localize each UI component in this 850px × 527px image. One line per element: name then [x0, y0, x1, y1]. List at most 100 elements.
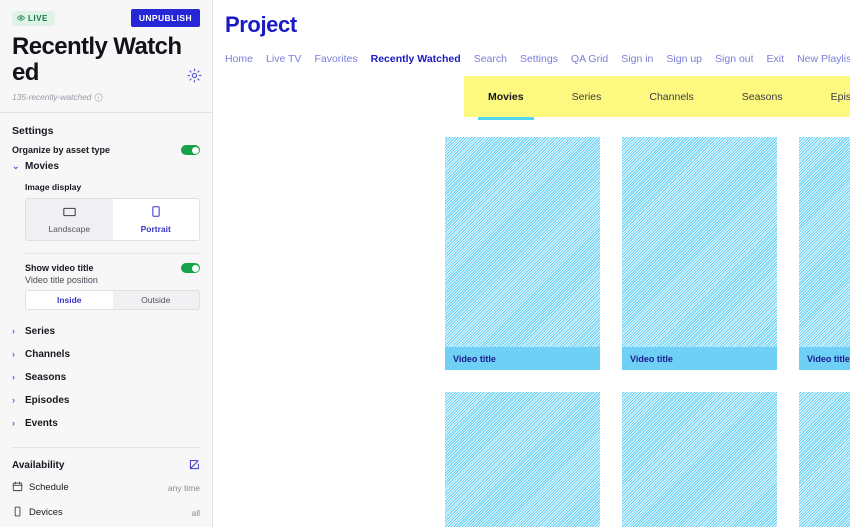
tab-series[interactable]: Series — [548, 91, 626, 103]
image-display-option-portrait-label: Portrait — [140, 224, 171, 235]
nav-item-new-playlist[interactable]: New Playlist — [797, 53, 850, 65]
calendar-icon — [12, 479, 23, 497]
slug-text: 135-recently-watched — [12, 92, 92, 103]
asset-type-tabs-band: Movies Series Channels Seasons Episodes … — [464, 76, 850, 120]
video-title-position-option-outside-label: Outside — [141, 295, 171, 306]
sidebar-section-series-label: Series — [25, 326, 56, 338]
tab-channels[interactable]: Channels — [625, 91, 717, 103]
nav-item-favorites[interactable]: Favorites — [314, 53, 357, 65]
settings-gear-button[interactable] — [186, 68, 202, 84]
video-card-title: Video title — [630, 353, 673, 364]
tab-movies[interactable]: Movies — [464, 91, 548, 103]
video-thumbnail-placeholder — [622, 137, 777, 347]
organize-toggle[interactable] — [181, 145, 200, 156]
unpublish-button[interactable]: UNPUBLISH — [130, 9, 200, 27]
movies-settings-group: Image display Landscape Portrait Show vi… — [12, 182, 200, 311]
sidebar-section-episodes[interactable]: › Episodes — [12, 389, 200, 412]
movies-label: Movies — [25, 161, 59, 173]
app-root: LIVE UNPUBLISH Recently Watched 135-rece… — [0, 0, 850, 527]
sidebar-section-seasons[interactable]: › Seasons — [12, 366, 200, 389]
movies-inner-divider — [25, 253, 200, 255]
active-tab-underline — [478, 117, 534, 120]
settings-sidebar: LIVE UNPUBLISH Recently Watched 135-rece… — [0, 0, 213, 527]
slug-row: 135-recently-watched — [12, 92, 200, 102]
organize-label: Organize by asset type — [12, 145, 111, 156]
video-card[interactable]: Video title — [445, 137, 600, 370]
nav-item-search[interactable]: Search — [474, 53, 507, 65]
project-title: Project — [225, 12, 297, 37]
settings-heading: Settings — [12, 125, 54, 138]
portrait-icon — [152, 206, 160, 219]
show-video-title-label: Show video title — [25, 263, 94, 274]
video-card-grid: Video title Video title Video title Vide… — [445, 137, 850, 527]
status-badge: LIVE — [12, 10, 55, 26]
video-card[interactable]: Video title — [799, 137, 850, 370]
nav-item-recently-watched[interactable]: Recently Watched — [371, 53, 461, 65]
video-card-footer: Video title — [445, 347, 600, 370]
availability-schedule-value: any time — [167, 482, 200, 493]
image-display-label: Image display — [25, 182, 82, 193]
nav-item-qa-grid[interactable]: QA Grid — [571, 53, 608, 65]
eye-icon — [17, 15, 25, 21]
video-thumbnail-placeholder — [445, 392, 600, 527]
availability-devices-label: Devices — [29, 507, 63, 519]
info-icon[interactable] — [94, 93, 103, 102]
video-card-title: Video title — [807, 353, 850, 364]
title-block: Recently Watched — [12, 33, 202, 86]
video-thumbnail-placeholder — [799, 392, 850, 527]
sidebar-section-series[interactable]: › Series — [12, 320, 200, 343]
chevron-right-icon: › — [12, 395, 15, 406]
nav-item-live-tv[interactable]: Live TV — [266, 53, 301, 65]
nav-item-sign-out[interactable]: Sign out — [715, 53, 754, 65]
show-video-title-row: Show video title — [25, 263, 200, 274]
nav-item-settings[interactable]: Settings — [520, 53, 558, 65]
video-title-position-option-inside[interactable]: Inside — [26, 291, 113, 310]
sidebar-header: LIVE UNPUBLISH Recently Watched 135-rece… — [0, 0, 212, 102]
status-row: LIVE UNPUBLISH — [12, 9, 200, 27]
image-display-option-landscape-label: Landscape — [48, 223, 91, 234]
sidebar-section-seasons-label: Seasons — [25, 372, 67, 384]
video-card[interactable] — [799, 392, 850, 527]
sidebar-section-events[interactable]: › Events — [12, 412, 200, 435]
video-card[interactable]: Video title — [622, 137, 777, 370]
video-card-title: Video title — [453, 353, 496, 364]
availability-header: Availability — [12, 459, 200, 471]
video-card[interactable] — [622, 392, 777, 527]
site-nav: Home Live TV Favorites Recently Watched … — [225, 53, 850, 65]
image-display-option-portrait[interactable]: Portrait — [112, 199, 199, 241]
video-title-position-label: Video title position — [25, 275, 98, 286]
availability-schedule-label: Schedule — [29, 482, 69, 494]
chevron-down-icon: ⌄ — [12, 161, 20, 172]
sidebar-section-channels[interactable]: › Channels — [12, 343, 200, 366]
sidebar-section-movies[interactable]: ⌄ Movies — [12, 155, 200, 178]
nav-item-home[interactable]: Home — [225, 53, 253, 65]
tab-seasons[interactable]: Seasons — [718, 91, 807, 103]
organize-by-asset-type-row: Organize by asset type — [12, 145, 200, 156]
nav-item-sign-in[interactable]: Sign in — [621, 53, 653, 65]
availability-devices-value: all — [191, 507, 200, 518]
video-title-position-segmented: Inside Outside — [25, 290, 200, 311]
show-video-title-toggle[interactable] — [181, 263, 200, 274]
video-title-position-option-outside[interactable]: Outside — [112, 291, 199, 310]
video-thumbnail-placeholder — [445, 137, 600, 347]
chevron-right-icon: › — [12, 326, 15, 337]
nav-item-exit[interactable]: Exit — [767, 53, 785, 65]
availability-heading: Availability — [12, 459, 65, 471]
availability-divider — [12, 447, 200, 449]
video-title-position-option-inside-label: Inside — [56, 295, 82, 306]
image-display-option-landscape[interactable]: Landscape — [26, 199, 113, 241]
chevron-right-icon: › — [12, 372, 15, 383]
video-thumbnail-placeholder — [622, 392, 777, 527]
video-card[interactable] — [445, 392, 600, 527]
tab-episodes[interactable]: Episodes — [807, 91, 850, 103]
page-title: Recently Watched — [12, 33, 182, 86]
gear-icon — [187, 68, 201, 83]
device-icon — [12, 504, 23, 522]
chevron-right-icon: › — [12, 418, 15, 429]
edit-availability-button[interactable] — [188, 459, 200, 471]
nav-item-sign-up[interactable]: Sign up — [666, 53, 702, 65]
status-badge-label: LIVE — [28, 13, 48, 23]
video-thumbnail-placeholder — [799, 137, 850, 347]
sidebar-settings-body: Settings Organize by asset type ⌄ Movies… — [0, 125, 212, 527]
sidebar-sections-list: › Series › Channels › Seasons › Episodes… — [12, 320, 200, 435]
